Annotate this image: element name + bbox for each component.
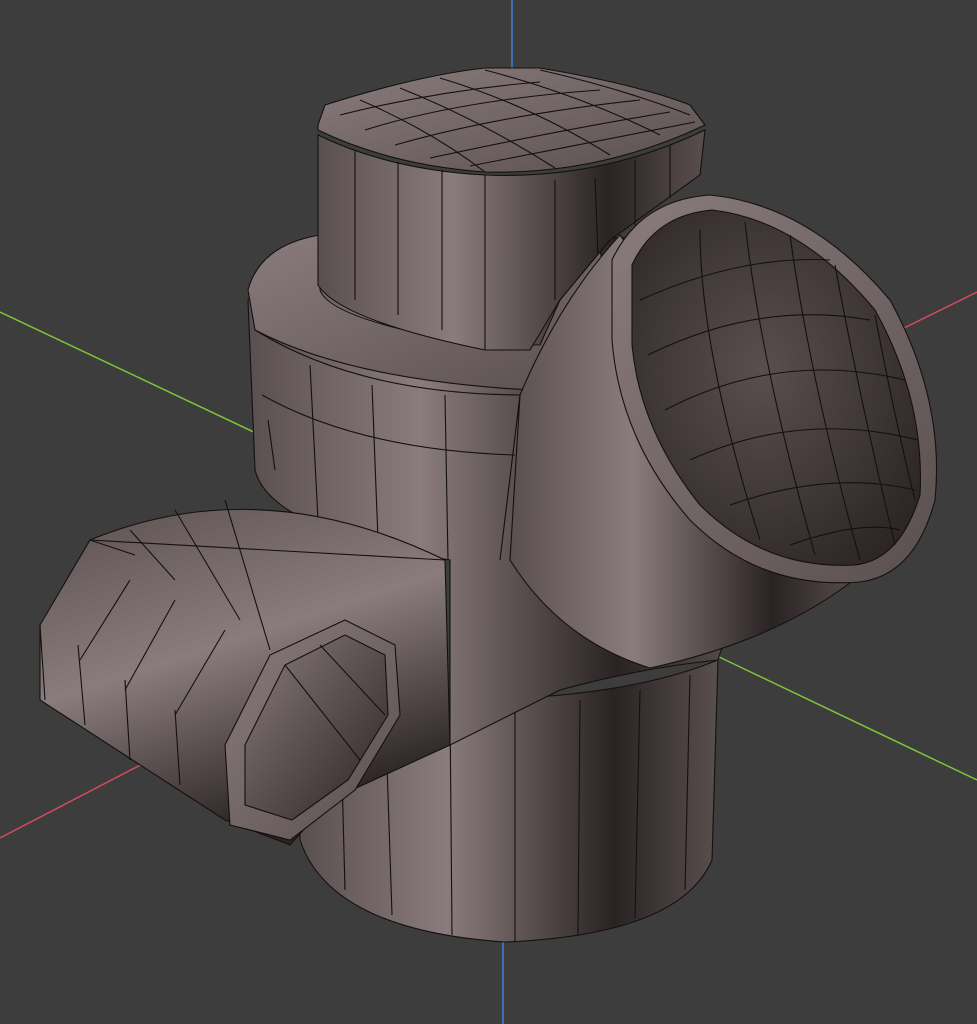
- viewport-canvas[interactable]: [0, 0, 977, 1024]
- 3d-viewport[interactable]: [0, 0, 977, 1024]
